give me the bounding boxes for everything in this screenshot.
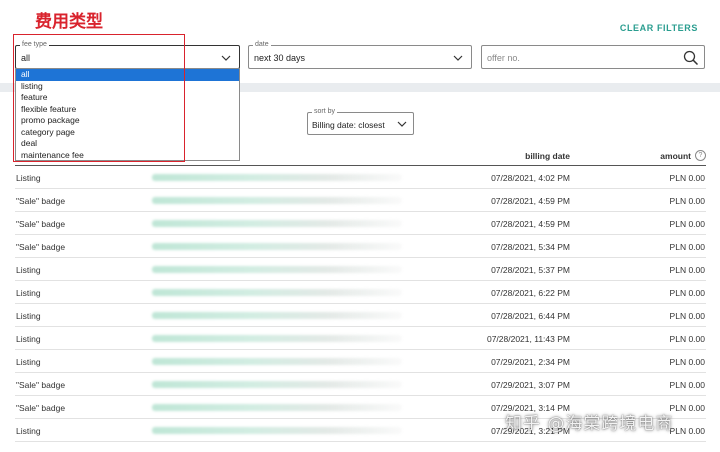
amount-cell: PLN 0.00 <box>669 403 705 413</box>
fee-name-cell: Listing <box>16 334 41 344</box>
redacted-offer-cell <box>152 197 402 204</box>
help-icon[interactable]: ? <box>695 150 706 161</box>
date-label: date <box>253 40 271 50</box>
billing-date-cell: 07/28/2021, 5:34 PM <box>491 242 570 252</box>
amount-cell: PLN 0.00 <box>669 219 705 229</box>
fee-name-cell: Listing <box>16 265 41 275</box>
billing-date-cell: 07/28/2021, 6:22 PM <box>491 288 570 298</box>
table-row[interactable]: Listing 07/29/2021, 2:34 PM PLN 0.00 <box>15 350 706 373</box>
sort-by-select[interactable]: sort by Billing date: closest <box>307 107 414 135</box>
table-row[interactable]: Listing 07/28/2021, 4:02 PM PLN 0.00 <box>15 166 706 189</box>
table-row[interactable]: "Sale" badge 07/28/2021, 4:59 PM PLN 0.00 <box>15 212 706 235</box>
fee-name-cell: "Sale" badge <box>16 403 66 413</box>
redacted-offer-cell <box>152 335 402 342</box>
annotation-title: 费用类型 <box>35 12 103 32</box>
chevron-down-icon <box>452 52 464 64</box>
fee-type-dropdown-list: all listing feature flexible feature pro… <box>15 68 240 161</box>
fee-name-cell: Listing <box>16 311 41 321</box>
amount-cell: PLN 0.00 <box>669 288 705 298</box>
billing-date-cell: 07/29/2021, 2:34 PM <box>491 357 570 367</box>
amount-cell: PLN 0.00 <box>669 357 705 367</box>
sort-by-value: Billing date: closest <box>312 120 385 130</box>
watermark: 知乎 @海棠跨境电商 <box>505 414 674 434</box>
date-value: next 30 days <box>254 53 306 63</box>
fee-type-select[interactable]: fee type all <box>15 40 240 69</box>
table-row[interactable]: "Sale" badge 07/28/2021, 5:34 PM PLN 0.00 <box>15 235 706 258</box>
fee-name-cell: Listing <box>16 288 41 298</box>
clear-filters-link[interactable]: CLEAR FILTERS <box>620 23 698 33</box>
table-row[interactable]: Listing 07/28/2021, 6:22 PM PLN 0.00 <box>15 281 706 304</box>
fee-type-label: fee type <box>20 40 49 50</box>
fee-type-option[interactable]: all <box>16 69 239 81</box>
fee-name-cell: "Sale" badge <box>16 219 66 229</box>
billing-date-cell: 07/28/2021, 11:43 PM <box>486 334 570 344</box>
search-icon[interactable] <box>683 50 699 66</box>
billing-date-cell: 07/28/2021, 4:59 PM <box>491 219 570 229</box>
table-row[interactable]: Listing 07/28/2021, 11:43 PM PLN 0.00 <box>15 327 706 350</box>
fee-name-cell: Listing <box>16 173 41 183</box>
fee-name-cell: "Sale" badge <box>16 196 66 206</box>
redacted-offer-cell <box>152 404 402 411</box>
billing-date-cell: 07/28/2021, 5:37 PM <box>491 265 570 275</box>
amount-cell: PLN 0.00 <box>669 242 705 252</box>
fee-type-option[interactable]: maintenance fee <box>16 150 239 162</box>
amount-cell: PLN 0.00 <box>669 380 705 390</box>
redacted-offer-cell <box>152 427 402 434</box>
fee-type-option[interactable]: promo package <box>16 115 239 127</box>
amount-cell: PLN 0.00 <box>669 173 705 183</box>
fee-type-option[interactable]: feature <box>16 92 239 104</box>
amount-cell: PLN 0.00 <box>669 265 705 275</box>
billing-date-cell: 07/28/2021, 6:44 PM <box>491 311 570 321</box>
redacted-offer-cell <box>152 174 402 181</box>
amount-cell: PLN 0.00 <box>669 196 705 206</box>
table-row[interactable]: "Sale" badge 07/28/2021, 4:59 PM PLN 0.00 <box>15 189 706 212</box>
table-row[interactable]: Listing 07/28/2021, 6:44 PM PLN 0.00 <box>15 304 706 327</box>
redacted-offer-cell <box>152 381 402 388</box>
table-row[interactable]: Listing 07/28/2021, 5:37 PM PLN 0.00 <box>15 258 706 281</box>
fee-name-cell: "Sale" badge <box>16 380 66 390</box>
amount-cell: PLN 0.00 <box>669 426 705 436</box>
fee-name-cell: Listing <box>16 357 41 367</box>
chevron-down-icon <box>220 52 232 64</box>
offer-number-input[interactable]: offer no. <box>481 45 705 69</box>
amount-cell: PLN 0.00 <box>669 334 705 344</box>
redacted-offer-cell <box>152 220 402 227</box>
redacted-offer-cell <box>152 358 402 365</box>
fee-name-cell: "Sale" badge <box>16 242 66 252</box>
column-header-amount[interactable]: amount <box>660 151 691 161</box>
fee-type-value: all <box>21 53 31 63</box>
amount-cell: PLN 0.00 <box>669 311 705 321</box>
fee-name-cell: Listing <box>16 426 41 436</box>
column-header-billing-date[interactable]: billing date <box>525 151 570 161</box>
fee-type-option[interactable]: flexible feature <box>16 104 239 116</box>
billing-date-cell: 07/28/2021, 4:02 PM <box>491 173 570 183</box>
chevron-down-icon <box>396 118 408 130</box>
redacted-offer-cell <box>152 289 402 296</box>
billing-table: billing date amount ? Listing 07/28/2021,… <box>15 146 706 442</box>
redacted-offer-cell <box>152 266 402 273</box>
table-row[interactable]: "Sale" badge 07/29/2021, 3:07 PM PLN 0.00 <box>15 373 706 396</box>
billing-date-cell: 07/28/2021, 4:59 PM <box>491 196 570 206</box>
redacted-offer-cell <box>152 312 402 319</box>
fee-type-option[interactable]: category page <box>16 127 239 139</box>
fee-type-option[interactable]: listing <box>16 81 239 93</box>
billing-date-cell: 07/29/2021, 3:07 PM <box>491 380 570 390</box>
sort-by-label: sort by <box>312 107 338 117</box>
redacted-offer-cell <box>152 243 402 250</box>
offer-number-placeholder: offer no. <box>487 53 520 63</box>
date-select[interactable]: date next 30 days <box>248 40 472 69</box>
fee-type-option[interactable]: deal <box>16 138 239 150</box>
